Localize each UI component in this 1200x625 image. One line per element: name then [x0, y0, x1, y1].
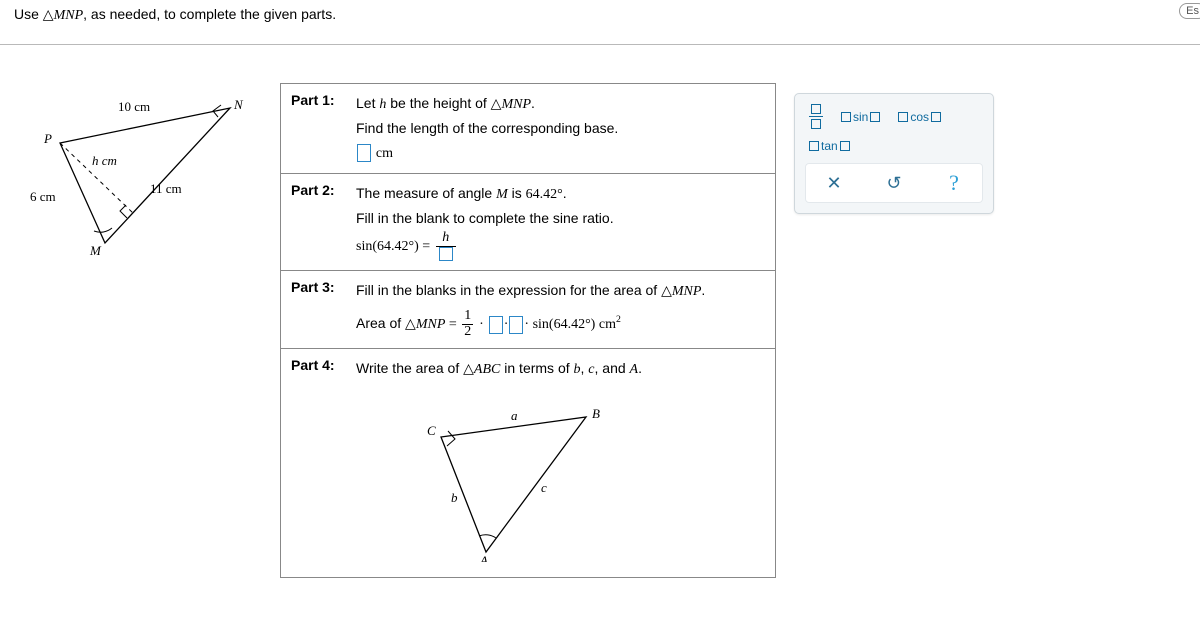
p2-fraction: h	[436, 231, 456, 262]
part-3: Part 3: Fill in the blanks in the expres…	[281, 271, 775, 349]
p2-sin: sin	[356, 239, 372, 254]
abc-A: A	[479, 553, 488, 562]
side-PM-label: 6 cm	[30, 189, 56, 204]
palette-undo-button[interactable]: ↺	[877, 171, 911, 195]
triangle-symbol: △	[43, 6, 54, 22]
abc-b: b	[451, 490, 458, 505]
p3-area-tri: △	[405, 315, 416, 331]
p3-end: .	[701, 282, 705, 298]
p3-input-1[interactable]	[489, 316, 503, 334]
p4-end: .	[638, 360, 642, 376]
palette-sin-label: sin	[853, 110, 868, 124]
p1-base-input[interactable]	[357, 144, 371, 162]
p2-frac-den-input[interactable]	[439, 247, 453, 261]
p4-c2: , and	[595, 360, 630, 376]
parts-panel: Part 1: Let h be the height of △MNP. Fin…	[280, 83, 776, 578]
p4-b: b	[574, 362, 581, 377]
p2-text-a: The measure of angle	[356, 185, 496, 201]
p3-text-a: Fill in the blanks in the expression for…	[356, 282, 661, 298]
triangle-name: MNP	[54, 8, 84, 23]
palette-cos-label: cos	[910, 110, 929, 124]
p2-M: M	[496, 187, 508, 202]
p3-sup: 2	[616, 315, 621, 326]
p3-half: 1 2	[462, 309, 473, 339]
p2-eq: =	[419, 239, 434, 254]
triangle-abc-svg: A B C a b c	[356, 382, 656, 562]
p1-text-a: Let	[356, 95, 379, 111]
part-2-label: Part 2:	[291, 182, 356, 261]
instruction-prefix: Use	[14, 6, 43, 22]
palette-row-2: tan	[805, 139, 983, 153]
palette-row-1: sin cos	[805, 104, 983, 129]
diagram-mnp: P N M 10 cm 6 cm 11 cm h cm	[0, 83, 280, 303]
height-label: h cm	[92, 153, 117, 168]
palette-tan-label: tan	[821, 139, 838, 153]
p3-sin: sin	[529, 317, 549, 332]
palette-help-button[interactable]: ?	[937, 171, 971, 195]
p4-A: A	[630, 362, 639, 377]
p3-unit: cm	[595, 317, 616, 332]
p2-line2: Fill in the blank to complete the sine r…	[356, 207, 765, 231]
p1-text-b: be the height of	[386, 95, 490, 111]
palette-panel: sin cos tan ✕ ↺ ?	[794, 93, 994, 214]
part-4: Part 4: Write the area of △ABC in terms …	[281, 349, 775, 578]
p3-name: MNP	[672, 284, 702, 299]
p2-val: 64.42°	[526, 187, 563, 202]
p1-tri: △	[491, 95, 502, 111]
p4-name: ABC	[474, 362, 500, 377]
p4-tri: △	[463, 360, 474, 376]
p3-half-num: 1	[462, 309, 473, 325]
side-PN-label: 10 cm	[118, 99, 150, 114]
p1-end: .	[531, 95, 535, 111]
instruction-suffix: , as needed, to complete the given parts…	[83, 6, 336, 22]
p4-text-b: in terms of	[500, 360, 573, 376]
part-4-label: Part 4:	[291, 357, 356, 570]
palette-fraction-button[interactable]	[809, 104, 823, 129]
p4-text-a: Write the area of	[356, 360, 463, 376]
abc-c: c	[541, 480, 547, 495]
p3-tri: △	[661, 282, 672, 298]
part-3-label: Part 3:	[291, 279, 356, 340]
palette-actions: ✕ ↺ ?	[805, 163, 983, 203]
p2-sin-arg: (64.42°)	[372, 239, 418, 254]
part-1-label: Part 1:	[291, 92, 356, 165]
palette-sin-button[interactable]: sin	[841, 110, 880, 124]
p1-line2: Find the length of the corresponding bas…	[356, 117, 765, 141]
content-row: P N M 10 cm 6 cm 11 cm h cm Part 1: Let …	[0, 45, 1200, 578]
p2-end: .	[563, 185, 567, 201]
side-MN-label: 11 cm	[150, 181, 182, 196]
p2-text-b: is	[508, 185, 526, 201]
p3-area-prefix: Area of	[356, 315, 405, 331]
p3-area-name: MNP	[416, 317, 446, 332]
part-1: Part 1: Let h be the height of △MNP. Fin…	[281, 84, 775, 174]
p1-name: MNP	[501, 97, 531, 112]
vertex-M-label: M	[89, 243, 102, 258]
abc-C: C	[427, 423, 436, 438]
palette-close-button[interactable]: ✕	[817, 171, 851, 195]
p3-input-2[interactable]	[509, 316, 523, 334]
p3-sin-arg: (64.42°)	[549, 317, 595, 332]
p3-half-den: 2	[462, 325, 473, 340]
p3-eq: =	[445, 317, 460, 332]
vertex-P-label: P	[43, 131, 52, 146]
abc-a: a	[511, 408, 518, 423]
p2-frac-num: h	[436, 231, 456, 247]
vertex-N-label: N	[233, 97, 244, 112]
part-2: Part 2: The measure of angle M is 64.42°…	[281, 174, 775, 270]
abc-B: B	[592, 406, 600, 421]
palette-cos-button[interactable]: cos	[898, 110, 941, 124]
p1-unit: cm	[376, 146, 393, 161]
triangle-mnp-svg: P N M 10 cm 6 cm 11 cm h cm	[0, 83, 280, 303]
p3-dot-1: ·	[479, 317, 484, 332]
instruction-bar: Use △MNP, as needed, to complete the giv…	[0, 0, 1200, 45]
es-badge[interactable]: Es	[1179, 3, 1200, 19]
palette-tan-button[interactable]: tan	[809, 139, 850, 153]
p3-dot-2: ·	[504, 317, 509, 332]
